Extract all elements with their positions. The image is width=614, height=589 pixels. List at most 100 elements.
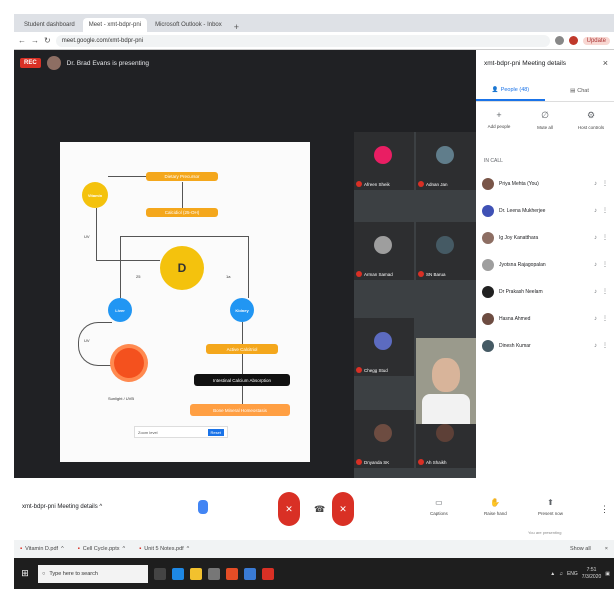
notification-icon[interactable]: ▣ xyxy=(605,571,610,577)
close-icon[interactable]: × xyxy=(605,546,608,552)
mic-icon[interactable]: ♪ xyxy=(594,289,597,295)
windows-taskbar: ⊞ ○ Type here to search ▲ ♫ ENG 7:51 7/3/… xyxy=(14,558,614,589)
extension-icon[interactable] xyxy=(554,36,564,45)
more-icon[interactable]: ⋮ xyxy=(602,207,608,214)
raise-hand-button[interactable]: ✋ Raise hand xyxy=(484,498,507,516)
slide-connector xyxy=(182,182,183,208)
pin-icon[interactable] xyxy=(198,500,208,514)
self-camera-tile[interactable] xyxy=(416,338,476,424)
forward-icon[interactable]: → xyxy=(31,36,39,45)
present-now-button[interactable]: ⬆ Present now xyxy=(538,498,563,516)
slide-loop-arrow xyxy=(78,322,112,366)
list-item[interactable]: Hasna Ahmed ♪ ⋮ xyxy=(476,305,614,332)
participant-tile[interactable]: Chegg Stud xyxy=(354,318,414,376)
tool-label: Captions xyxy=(430,511,448,516)
person-name: Jyotsna Rajagopalan xyxy=(499,261,546,268)
slide-connector xyxy=(120,236,248,237)
mic-off-icon: ✕ xyxy=(285,503,293,514)
list-item[interactable]: Dr Prakash Neelam ♪ ⋮ xyxy=(476,278,614,305)
download-item[interactable]: ▪ Vitamin D.pdf ^ xyxy=(20,546,64,552)
mic-icon[interactable]: ♪ xyxy=(594,262,597,268)
mic-icon[interactable]: ♪ xyxy=(594,343,597,349)
download-item[interactable]: ▪ Cell Cycle.pptx ^ xyxy=(78,546,125,552)
list-item[interactable]: Jyotsna Rajagopalan ♪ ⋮ xyxy=(476,251,614,278)
edge-icon[interactable] xyxy=(172,567,184,580)
captions-icon: ▭ xyxy=(435,498,443,507)
participant-tile[interactable]: Dnyanda SK xyxy=(354,410,414,468)
mic-icon[interactable]: ♪ xyxy=(594,316,597,322)
language-indicator[interactable]: ENG xyxy=(567,571,578,577)
zoom-reset-button[interactable]: Reset xyxy=(207,428,224,436)
slide-box-black: Intestinal Calcium Absorption xyxy=(194,374,290,386)
avatar xyxy=(482,285,494,298)
mic-off-icon xyxy=(356,181,362,187)
browser-tab-3[interactable]: Microsoft Outlook - Inbox xyxy=(149,18,228,32)
list-item[interactable]: Dr. Leena Mukherjee ♪ ⋮ xyxy=(476,197,614,224)
store-icon[interactable] xyxy=(208,567,220,580)
action-label: Add people xyxy=(487,124,511,129)
leave-call-button[interactable]: ☎ xyxy=(314,504,325,515)
chevron-up-icon: ^ xyxy=(99,504,103,510)
tool-label: Raise hand xyxy=(484,511,507,516)
new-tab-button[interactable]: + xyxy=(230,22,243,32)
meeting-details-button[interactable]: xmt-bdpr-pni Meeting details ^ xyxy=(22,504,102,510)
slide-connector xyxy=(242,322,243,344)
add-people-button[interactable]: + Add people xyxy=(476,110,522,150)
close-icon[interactable]: × xyxy=(603,58,608,68)
avatar xyxy=(482,231,494,244)
participant-tile[interactable]: Adnan Jan xyxy=(416,132,476,190)
mute-all-button[interactable]: ∅ Mute all xyxy=(522,110,568,150)
powerpoint-icon[interactable] xyxy=(262,567,274,580)
more-icon[interactable]: ⋮ xyxy=(602,288,608,295)
mic-toggle-button[interactable]: ✕ xyxy=(278,492,300,526)
mic-icon[interactable]: ♪ xyxy=(594,208,597,214)
more-icon[interactable]: ⋮ xyxy=(602,234,608,241)
more-options-icon[interactable]: ⋮ xyxy=(600,504,609,515)
tab-people[interactable]: 👤 People (48) xyxy=(476,80,545,101)
tab-chat[interactable]: ▤ Chat xyxy=(545,80,614,101)
phone-icon: ☎ xyxy=(314,504,326,514)
taskbar-search-input[interactable]: ○ Type here to search xyxy=(38,564,148,583)
reload-icon[interactable]: ↻ xyxy=(44,36,51,45)
back-icon[interactable]: ← xyxy=(18,36,26,45)
panel-title: xmt-bdpr-pni Meeting details xyxy=(484,60,567,67)
list-item[interactable]: Priya Mehta (You) ♪ ⋮ xyxy=(476,170,614,197)
avatar xyxy=(374,332,392,350)
show-all-button[interactable]: Show all xyxy=(570,546,591,552)
task-view-icon[interactable] xyxy=(154,567,166,580)
download-item[interactable]: ▪ Unit 5 Notes.pdf ^ xyxy=(139,546,189,552)
url-input[interactable]: meet.google.com/xmt-bdpr-pni xyxy=(55,34,550,47)
screen: Student dashboard Meet - xmt-bdpr-pni Mi… xyxy=(14,14,614,589)
taskbar-clock[interactable]: 7:51 7/3/2020 xyxy=(582,567,601,581)
list-item[interactable]: Ig Joy Kanatthara ♪ ⋮ xyxy=(476,224,614,251)
slide-connector xyxy=(242,354,243,374)
participant-tile[interactable]: Afreen Sheik xyxy=(354,132,414,190)
camera-toggle-button[interactable]: ✕ xyxy=(332,492,354,526)
captions-button[interactable]: ▭ Captions xyxy=(430,498,448,516)
browser-tab-1[interactable]: Student dashboard xyxy=(18,18,81,32)
profile-avatar[interactable] xyxy=(568,36,578,45)
chevron-up-icon: ^ xyxy=(186,546,190,552)
participant-tile[interactable]: SN Barua xyxy=(416,222,476,280)
volume-icon[interactable]: ♫ xyxy=(559,571,563,577)
address-bar: ← → ↻ meet.google.com/xmt-bdpr-pni Updat… xyxy=(14,32,614,50)
network-icon[interactable]: ▲ xyxy=(550,571,555,577)
file-explorer-icon[interactable] xyxy=(190,567,202,580)
person-name: Priya Mehta (You) xyxy=(499,180,539,187)
list-item[interactable]: Dinesh Kumar ♪ ⋮ xyxy=(476,332,614,359)
mic-icon[interactable]: ♪ xyxy=(594,235,597,241)
mic-icon[interactable]: ♪ xyxy=(594,181,597,187)
windows-start-icon[interactable]: ⊞ xyxy=(18,567,32,581)
more-icon[interactable]: ⋮ xyxy=(602,315,608,322)
more-icon[interactable]: ⋮ xyxy=(602,342,608,349)
chrome-icon[interactable] xyxy=(226,567,238,580)
host-controls-button[interactable]: ⚙ Host controls xyxy=(568,110,614,150)
person-name: Hasna Ahmed xyxy=(499,315,531,322)
participant-tile[interactable]: Arman Samad xyxy=(354,222,414,280)
url-text: meet.google.com/xmt-bdpr-pni xyxy=(61,37,144,44)
more-icon[interactable]: ⋮ xyxy=(602,180,608,187)
update-button[interactable]: Update xyxy=(582,36,610,45)
more-icon[interactable]: ⋮ xyxy=(602,261,608,268)
browser-tab-2[interactable]: Meet - xmt-bdpr-pni xyxy=(82,18,148,32)
word-icon[interactable] xyxy=(244,567,256,580)
